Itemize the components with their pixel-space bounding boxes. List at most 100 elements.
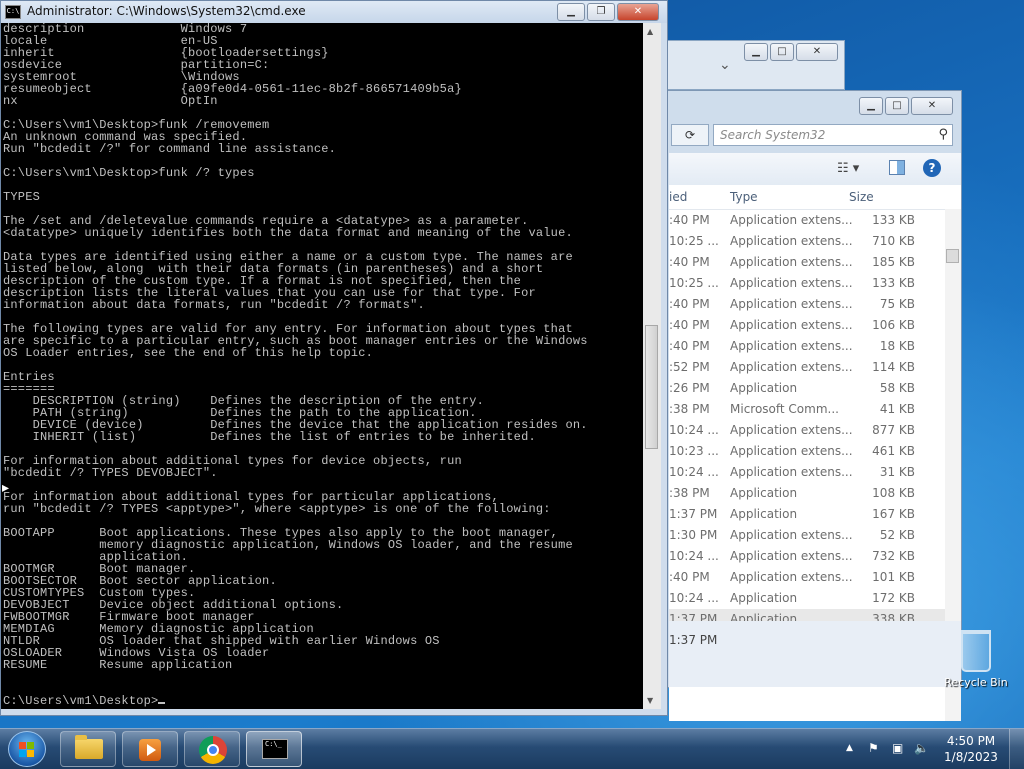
file-date: :40 PM — [669, 297, 710, 311]
chevron-down-icon[interactable]: ⌄ — [719, 57, 731, 73]
maximize-button[interactable]: □ — [770, 43, 794, 61]
file-size: 710 KB — [872, 234, 915, 248]
refresh-button[interactable]: ⟳ — [671, 124, 709, 146]
preview-pane-icon[interactable] — [889, 160, 905, 175]
cmd-scrollbar[interactable]: ▲ ▼ — [643, 23, 661, 709]
file-row[interactable]: 10:25 ... Application extens... 710 KB — [669, 231, 961, 252]
file-row[interactable]: 1:37 PM Application 167 KB — [669, 504, 961, 525]
clock[interactable]: 4:50 PM 1/8/2023 — [938, 733, 1004, 765]
close-button[interactable]: ✕ — [911, 97, 953, 115]
maximize-button[interactable]: ❐ — [587, 3, 615, 21]
file-size: 101 KB — [872, 570, 915, 584]
column-header-size[interactable]: Size — [849, 190, 874, 204]
file-size: 877 KB — [872, 423, 915, 437]
minimize-button[interactable]: ▁ — [744, 43, 768, 61]
file-row[interactable]: :26 PM Application 58 KB — [669, 378, 961, 399]
file-type: Application — [730, 507, 798, 521]
search-icon[interactable]: ⚲ — [938, 127, 948, 142]
file-row[interactable]: :38 PM Microsoft Comm... 41 KB — [669, 399, 961, 420]
show-desktop-button[interactable] — [1009, 729, 1024, 769]
file-row[interactable]: 10:24 ... Application extens... 877 KB — [669, 420, 961, 441]
file-row[interactable]: :40 PM Application extens... 101 KB — [669, 567, 961, 588]
file-type: Application — [730, 381, 798, 395]
file-row[interactable]: :40 PM Application extens... 18 KB — [669, 336, 961, 357]
file-size: 31 KB — [879, 465, 915, 479]
file-row[interactable]: 1:30 PM Application extens... 52 KB — [669, 525, 961, 546]
close-button[interactable]: ✕ — [796, 43, 838, 61]
cmd-titlebar[interactable]: C:\ Administrator: C:\Windows\System32\c… — [1, 1, 667, 23]
file-row[interactable]: :40 PM Application extens... 75 KB — [669, 294, 961, 315]
scrollbar-thumb[interactable] — [645, 325, 658, 449]
file-type: Application extens... — [730, 339, 853, 353]
file-type: Application extens... — [730, 255, 853, 269]
file-type: Application extens... — [730, 570, 853, 584]
file-row[interactable]: 10:25 ... Application extens... 133 KB — [669, 273, 961, 294]
console-output[interactable]: description Windows 7 locale en-US inher… — [1, 23, 643, 709]
file-row[interactable]: 10:24 ... Application extens... 31 KB — [669, 462, 961, 483]
file-date: :38 PM — [669, 402, 710, 416]
minimize-button[interactable]: ▁ — [557, 3, 585, 21]
taskbar-chrome-button[interactable] — [184, 731, 240, 767]
scroll-up-icon[interactable]: ▲ — [647, 27, 653, 36]
cmd-window-controls: ▁ ❐ ✕ — [557, 3, 659, 21]
file-size: 167 KB — [872, 507, 915, 521]
minimize-button[interactable]: ▁ — [859, 97, 883, 115]
show-hidden-icons-icon[interactable]: ▲ — [846, 743, 853, 753]
cmd-icon: C:\ — [5, 5, 21, 19]
network-icon[interactable]: ▣ — [892, 741, 903, 755]
maximize-button[interactable]: □ — [885, 97, 909, 115]
file-row[interactable]: 10:24 ... Application extens... 732 KB — [669, 546, 961, 567]
start-button[interactable] — [8, 731, 46, 767]
file-row[interactable]: 10:24 ... Application 172 KB — [669, 588, 961, 609]
file-row[interactable]: :40 PM Application extens... 106 KB — [669, 315, 961, 336]
file-date: :38 PM — [669, 486, 710, 500]
console-text: description Windows 7 locale en-US inher… — [3, 23, 588, 708]
file-size: 41 KB — [879, 402, 915, 416]
file-row[interactable]: :40 PM Application extens... 185 KB — [669, 252, 961, 273]
file-size: 732 KB — [872, 549, 915, 563]
file-date: :52 PM — [669, 360, 710, 374]
file-size: 106 KB — [872, 318, 915, 332]
recycle-bin[interactable]: Recycle Bin — [944, 630, 1008, 689]
file-type: Application extens... — [730, 234, 853, 248]
explorer-window-controls: ▁ □ ✕ — [859, 97, 953, 115]
window-title: Administrator: C:\Windows\System32\cmd.e… — [27, 4, 306, 18]
file-type: Application — [730, 591, 798, 605]
cmd-icon: C:\_ — [262, 739, 288, 759]
taskbar-media-player-button[interactable] — [122, 731, 178, 767]
file-date: 10:24 ... — [669, 465, 719, 479]
file-size: 75 KB — [879, 297, 915, 311]
recycle-bin-label: Recycle Bin — [944, 676, 1008, 689]
taskbar-explorer-button[interactable] — [60, 731, 116, 767]
explorer-window[interactable]: ▁ □ ✕ ⟳ Search System32 ⚲ ☷ ▾ ? ied Type… — [640, 90, 962, 721]
file-size: 185 KB — [872, 255, 915, 269]
file-row[interactable]: :38 PM Application 108 KB — [669, 483, 961, 504]
file-size: 172 KB — [872, 591, 915, 605]
column-header-type[interactable]: Type — [730, 190, 758, 204]
column-header-date[interactable]: ied — [669, 190, 687, 204]
file-size: 18 KB — [879, 339, 915, 353]
help-icon[interactable]: ? — [923, 159, 941, 177]
views-icon[interactable]: ☷ ▾ — [837, 161, 859, 176]
scrollbar-thumb[interactable] — [946, 249, 959, 263]
background-window[interactable]: ⌄ ▁ □ ✕ — [640, 40, 845, 90]
search-placeholder: Search System32 — [720, 128, 826, 142]
search-input[interactable]: Search System32 ⚲ — [713, 124, 953, 146]
volume-icon[interactable]: 🔈 — [914, 741, 929, 755]
file-date: :40 PM — [669, 255, 710, 269]
close-button[interactable]: ✕ — [617, 3, 659, 21]
file-date: 1:30 PM — [669, 528, 718, 542]
file-date: :40 PM — [669, 318, 710, 332]
desktop: ⌄ ▁ □ ✕ ▁ □ ✕ ⟳ Search System32 ⚲ ☷ ▾ ? … — [0, 0, 1024, 728]
file-size: 58 KB — [879, 381, 915, 395]
file-row[interactable]: 10:23 ... Application extens... 461 KB — [669, 441, 961, 462]
cmd-window[interactable]: C:\ Administrator: C:\Windows\System32\c… — [0, 0, 668, 716]
file-type: Application extens... — [730, 423, 853, 437]
file-type: Application extens... — [730, 276, 853, 290]
file-row[interactable]: :40 PM Application extens... 133 KB — [669, 210, 961, 231]
mouse-cursor-icon: ▸ — [2, 480, 10, 496]
action-center-icon[interactable]: ⚑ — [868, 741, 879, 755]
scroll-down-icon[interactable]: ▼ — [647, 696, 653, 705]
file-row[interactable]: :52 PM Application extens... 114 KB — [669, 357, 961, 378]
taskbar-cmd-button[interactable]: C:\_ — [246, 731, 302, 767]
